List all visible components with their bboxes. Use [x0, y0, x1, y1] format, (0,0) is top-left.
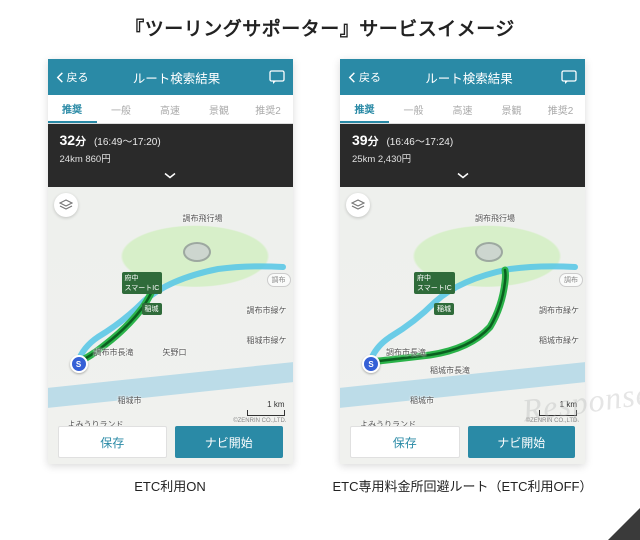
route-info: 39分 (16:46～17:24) 25km 2,430円 [340, 124, 585, 169]
label-inagi: 稲城 [434, 303, 454, 315]
tab-general[interactable]: 一般 [97, 95, 146, 123]
label-chofu-green: 調布市緑ケ [539, 305, 579, 316]
topbar: 戻る ルート検索結果 [340, 59, 585, 95]
label-inagi-city: 稲城市 [410, 395, 434, 406]
route-duration: 39分 (16:46～17:24) [352, 132, 573, 149]
expand-chevron[interactable] [48, 169, 293, 187]
route-distance: 25km 2,430円 [352, 151, 573, 165]
tab-general[interactable]: 一般 [389, 95, 438, 123]
back-label: 戻る [359, 69, 381, 85]
caption-left: ETC利用ON [134, 464, 206, 495]
tab-scenic[interactable]: 景観 [487, 95, 536, 123]
tab-recommended2[interactable]: 推奨2 [536, 95, 585, 123]
phone-right: 戻る ルート検索結果 推奨 一般 高速 景観 推奨2 39分 (16:46～17… [340, 59, 585, 464]
label-yano: 矢野口 [163, 347, 187, 358]
map-scale: 1 km [247, 400, 285, 416]
chat-icon[interactable] [561, 70, 577, 84]
label-inagi-nagare: 稲城市長滝 [430, 365, 470, 376]
tab-recommended[interactable]: 推奨 [340, 95, 389, 123]
route-duration: 32分 (16:49～17:20) [60, 132, 281, 149]
start-pin: S [70, 355, 88, 373]
tab-highway[interactable]: 高速 [438, 95, 487, 123]
map[interactable]: S 調布飛行場 府中スマートIC 稲城 調布 調布市緑ケ 稲城市緑ケ 調布市長滝… [340, 187, 585, 464]
layers-button[interactable] [54, 193, 78, 217]
label-inagi-green: 稲城市緑ケ [539, 335, 579, 346]
label-inagi-green: 稲城市緑ケ [247, 335, 287, 346]
start-pin: S [362, 355, 380, 373]
route-info: 32分 (16:49～17:20) 24km 860円 [48, 124, 293, 169]
label-chofu-green: 調布市緑ケ [247, 305, 287, 316]
caption-right: ETC専用料金所回避ルート（ETC利用OFF） [333, 464, 593, 495]
tab-recommended2[interactable]: 推奨2 [244, 95, 293, 123]
topbar: 戻る ルート検索結果 [48, 59, 293, 95]
label-chofu: 調布 [559, 273, 583, 287]
label-inagi-city: 稲城市 [118, 395, 142, 406]
chat-icon[interactable] [269, 70, 285, 84]
tabs: 推奨 一般 高速 景観 推奨2 [48, 95, 293, 124]
map-copyright: ©ZENRIN CO.,LTD. [233, 418, 286, 424]
back-label: 戻る [67, 69, 89, 85]
back-button[interactable]: 戻る [56, 69, 89, 85]
topbar-title: ルート検索結果 [381, 68, 561, 87]
label-fuchu-ic: 府中スマートIC [414, 272, 455, 294]
save-button[interactable]: 保存 [58, 426, 168, 458]
expand-chevron[interactable] [340, 169, 585, 187]
tabs: 推奨 一般 高速 景観 推奨2 [340, 95, 585, 124]
map-scale: 1 km [539, 400, 577, 416]
phone-left: 戻る ルート検索結果 推奨 一般 高速 景観 推奨2 32分 (16:49～17… [48, 59, 293, 464]
map[interactable]: S 調布飛行場 府中スマートIC 稲城 調布 調布市緑ケ 稲城市緑ケ 調布市長滝… [48, 187, 293, 464]
save-button[interactable]: 保存 [350, 426, 460, 458]
page-title: 『ツーリングサポーター』サービスイメージ [0, 0, 640, 59]
map-copyright: ©ZENRIN CO.,LTD. [526, 418, 579, 424]
phone-row: 戻る ルート検索結果 推奨 一般 高速 景観 推奨2 32分 (16:49～17… [0, 59, 640, 495]
layers-button[interactable] [346, 193, 370, 217]
label-chofu: 調布 [267, 273, 291, 287]
topbar-title: ルート検索結果 [89, 68, 269, 87]
label-airfield: 調布飛行場 [183, 213, 223, 224]
label-chofu-nagare: 調布市長滝 [94, 347, 134, 358]
corner-decoration [608, 508, 640, 540]
nav-start-button[interactable]: ナビ開始 [468, 426, 576, 458]
tab-scenic[interactable]: 景観 [195, 95, 244, 123]
label-airfield: 調布飛行場 [475, 213, 515, 224]
tab-highway[interactable]: 高速 [146, 95, 195, 123]
tab-recommended[interactable]: 推奨 [48, 95, 97, 123]
route-distance: 24km 860円 [60, 151, 281, 165]
label-fuchu-ic: 府中スマートIC [122, 272, 163, 294]
label-chofu-nagare: 調布市長滝 [386, 347, 426, 358]
back-button[interactable]: 戻る [348, 69, 381, 85]
nav-start-button[interactable]: ナビ開始 [175, 426, 283, 458]
label-inagi: 稲城 [142, 303, 162, 315]
